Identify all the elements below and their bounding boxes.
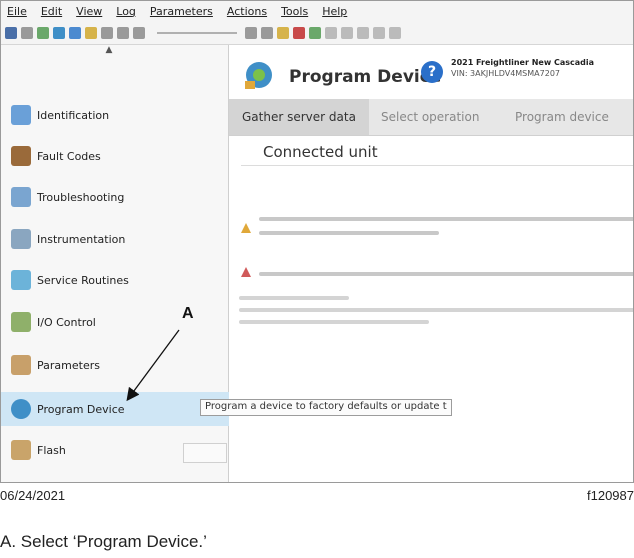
tool-icon[interactable] — [309, 26, 321, 39]
sidebar-item-label: Troubleshooting — [37, 190, 125, 204]
blurred-text — [239, 296, 349, 300]
refresh-icon[interactable] — [53, 26, 65, 39]
sidebar: ▲ Identification Fault Codes Troubleshoo… — [1, 45, 229, 482]
menu-help[interactable]: Help — [322, 5, 347, 18]
copy-icon[interactable] — [357, 26, 369, 39]
menu-edit[interactable]: Edit — [41, 5, 62, 18]
page-title: Program Device — [289, 67, 442, 87]
paste-icon[interactable] — [373, 26, 385, 39]
vehicle-vin: VIN: 3AKJHLDV4MSMA7207 — [451, 69, 560, 78]
tab-program-device[interactable]: Program device — [515, 99, 609, 135]
playback-slider[interactable] — [157, 31, 237, 34]
menu-file[interactable]: Eile — [7, 5, 27, 18]
blurred-text — [259, 272, 633, 276]
sidebar-item-parameters[interactable]: Parameters — [11, 351, 100, 379]
sidebar-item-instrumentation[interactable]: Instrumentation — [11, 225, 125, 253]
sidebar-item-label: Program Device — [37, 402, 125, 416]
blurred-text — [259, 231, 439, 235]
sidebar-item-troubleshooting[interactable]: Troubleshooting — [11, 183, 124, 211]
menu-bar: Eile Edit View Log Parameters Actions To… — [1, 1, 633, 21]
tab-gather-server-data[interactable]: Gather server data — [229, 99, 369, 135]
sidebar-item-label: Service Routines — [37, 273, 129, 287]
sidebar-item-io-control[interactable]: I/O Control — [11, 308, 96, 336]
menu-view[interactable]: View — [76, 5, 102, 18]
vehicle-name: 2021 Freightliner New Cascadia — [451, 58, 595, 67]
record-icon[interactable] — [85, 26, 97, 39]
home-icon[interactable] — [69, 26, 81, 39]
connect-icon[interactable] — [37, 26, 49, 39]
tooltip: Program a device to factory defaults or … — [200, 399, 452, 416]
sidebar-item-program-device[interactable]: Program Device — [11, 395, 125, 423]
help-icon[interactable]: ? — [421, 61, 443, 83]
sidebar-item-identification[interactable]: Identification — [11, 101, 109, 129]
chart-icon — [11, 229, 31, 249]
footer-date: 06/24/2021 — [0, 488, 66, 503]
section-divider — [241, 165, 633, 166]
flash-panel-box — [183, 443, 227, 463]
report-icon[interactable] — [293, 26, 305, 39]
gears-icon — [11, 270, 31, 290]
program-device-icon — [243, 59, 275, 91]
menu-log[interactable]: Log — [116, 5, 136, 18]
tab-select-operation[interactable]: Select operation — [381, 99, 479, 135]
sidebar-item-label: Fault Codes — [37, 149, 101, 163]
blurred-text — [259, 217, 633, 221]
sidebar-item-label: Instrumentation — [37, 232, 126, 246]
application-window: Eile Edit View Log Parameters Actions To… — [0, 0, 634, 483]
collapse-up-icon[interactable]: ▲ — [89, 45, 129, 59]
menu-parameters[interactable]: Parameters — [150, 5, 213, 18]
warning-icon — [241, 223, 251, 233]
program-device-icon — [11, 399, 31, 419]
id-card-icon — [11, 105, 31, 125]
fault-codes-icon — [11, 146, 31, 166]
play-icon[interactable] — [101, 26, 113, 39]
sidebar-item-label: Identification — [37, 108, 110, 122]
menu-actions[interactable]: Actions — [227, 5, 267, 18]
sidebar-item-label: Parameters — [37, 358, 100, 372]
blurred-text — [239, 320, 429, 324]
alert-icon — [241, 267, 251, 277]
io-gears-icon — [11, 312, 31, 332]
step-tabs: Gather server data Select operation Prog… — [229, 99, 633, 136]
forward-icon[interactable] — [21, 26, 33, 39]
sidebar-item-fault-codes[interactable]: Fault Codes — [11, 142, 101, 170]
undo-icon[interactable] — [389, 26, 401, 39]
sidebar-item-service-routines[interactable]: Service Routines — [11, 266, 129, 294]
pause-icon[interactable] — [261, 26, 273, 39]
menu-tools[interactable]: Tools — [281, 5, 308, 18]
print-icon[interactable] — [325, 26, 337, 39]
sidebar-item-label: Flash — [37, 443, 66, 457]
pencil-icon — [11, 355, 31, 375]
toolbar — [1, 21, 633, 45]
folder-icon — [11, 440, 31, 460]
section-heading: Connected unit — [263, 143, 378, 161]
add-icon[interactable] — [341, 26, 353, 39]
skip-back-icon[interactable] — [133, 26, 145, 39]
callout-label: A — [182, 305, 194, 322]
figure-id: f120987 — [587, 488, 634, 503]
main-panel: Program Device ? 2021 Freightliner New C… — [229, 45, 633, 482]
sidebar-item-flash[interactable]: Flash — [11, 436, 66, 464]
stethoscope-icon — [11, 187, 31, 207]
stop-icon[interactable] — [117, 26, 129, 39]
flag-icon[interactable] — [277, 26, 289, 39]
sidebar-item-label: I/O Control — [37, 315, 96, 329]
caption: A. Select ‘Program Device.’ — [0, 532, 207, 551]
blurred-text — [239, 308, 633, 312]
back-icon[interactable] — [5, 26, 17, 39]
skip-forward-icon[interactable] — [245, 26, 257, 39]
